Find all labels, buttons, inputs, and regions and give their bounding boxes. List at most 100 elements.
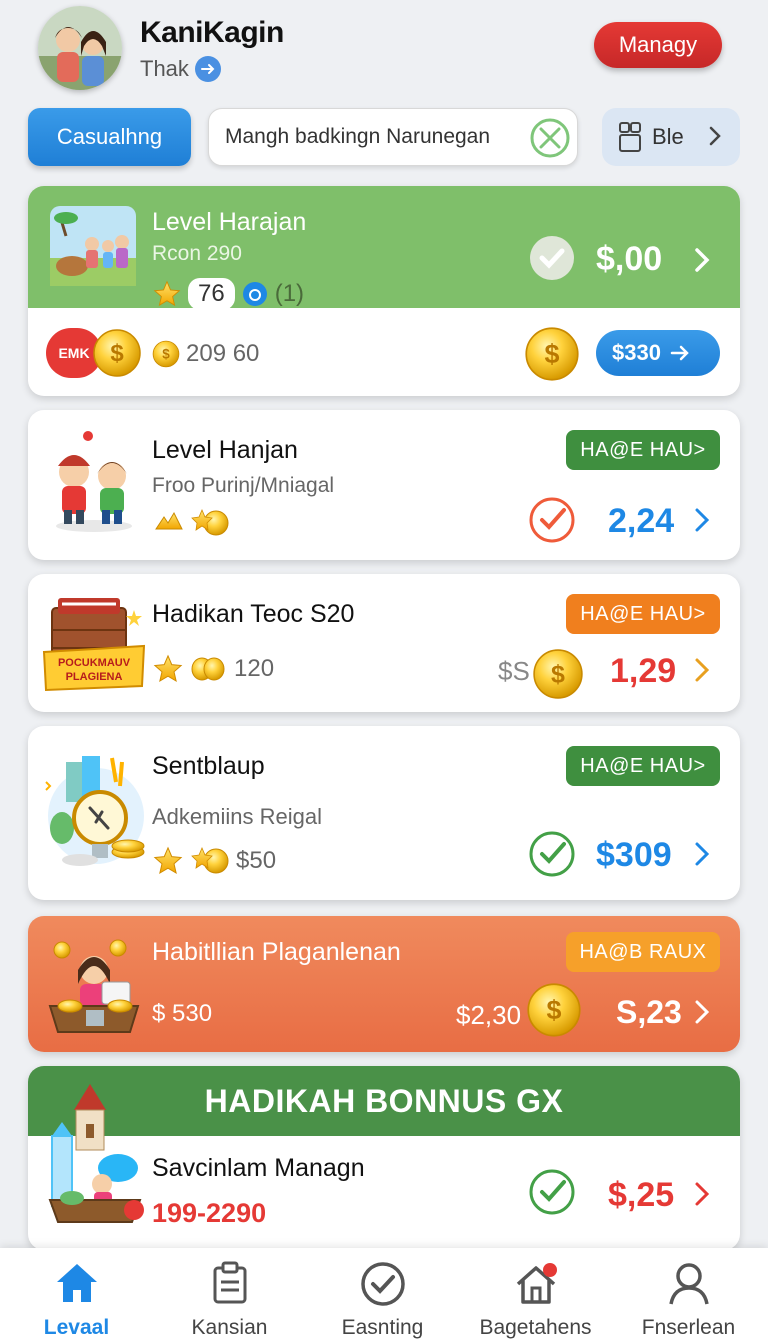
coin-amount: $50 [236,847,277,874]
chevron-right-icon[interactable] [694,656,710,684]
svg-text:PLAGIENA: PLAGIENA [66,671,123,683]
home-icon [56,1264,97,1302]
bottom-navigation: Levaal Kansian Easnting Bagetahens Fnser… [0,1248,768,1344]
swap-icon[interactable] [194,56,221,82]
view-toggle-button[interactable]: Ble [602,108,740,166]
user-icon [668,1263,709,1305]
card-title: Level Harajan [152,208,307,236]
star-icon [153,846,183,875]
star-coin-icon [191,846,229,874]
price-prefix: $S [498,656,530,686]
coin-amount: $ 530 [152,1000,213,1027]
review-count: (1) [274,280,305,307]
check-circle-icon [530,236,574,280]
card-reward-row: $50 [152,846,276,876]
gold-bars-icon [155,511,183,530]
claim-button[interactable]: $330 [596,330,720,376]
manage-button[interactable]: Managy [594,22,722,68]
nav-item-kansian[interactable]: Kansian [153,1248,306,1344]
search-bar [208,108,578,166]
price-prefix: $2,30 [456,1000,522,1030]
star-coin-icon [191,508,229,536]
status-tag[interactable]: HA@B RAUX [566,932,720,972]
house-notification-icon [516,1263,557,1304]
rating-badge: 76 [188,278,235,310]
card-subtitle: Froo Purinj/Mniagal [152,474,335,497]
avatar[interactable] [38,6,122,90]
check-circle-icon [529,1169,575,1215]
svg-text:$: $ [162,346,170,361]
card-title: Hadikan Teoc S20 [152,600,355,628]
card-title: Level Hanjan [152,436,298,464]
bonus-banner-text: HADIKAH BONNUS GX [204,1082,564,1119]
coin-icon: $ [525,327,579,381]
app-header: KaniKagin Thak Managy [0,0,768,100]
check-circle-icon [529,831,575,877]
card-price: 2,24 [608,502,675,540]
card-subtitle: Adkemiins Reigal [152,804,322,829]
crate-thumbnail: POCUKMAUV PLAGIENA [42,590,146,701]
app-subtitle: Thak [140,56,221,82]
coin-amount: 120 [234,655,275,682]
card-price: $,00 [596,240,663,278]
card-price: 1,29 [610,652,677,690]
search-input[interactable] [225,125,525,149]
coin-amount-row: $ 209 60 [152,340,259,368]
status-tag[interactable]: HA@E HAU> [566,594,720,634]
svg-text:$: $ [545,339,560,369]
card-reward-row [152,508,230,538]
svg-text:POCUKMAUV: POCUKMAUV [58,657,131,669]
category-button[interactable]: Casualhng [28,108,191,166]
svg-text:$: $ [110,340,124,367]
card-price: $309 [596,836,672,874]
star-icon [153,654,183,683]
coin-icon: $ [527,983,581,1037]
nav-item-levaal[interactable]: Levaal [0,1248,153,1344]
chevron-right-icon[interactable] [694,840,710,868]
status-tag[interactable]: HA@E HAU> [566,430,720,470]
bonus-card[interactable]: HADIKAH BONNUS GX Savcinlam Managn 199-2… [28,1066,740,1250]
price-range: 199-2290 [152,1198,267,1228]
card-title: Savcinlam Managn [152,1154,365,1182]
card-subtitle: Rcon 290 [152,242,242,265]
kids-thumbnail [48,430,140,539]
status-tag[interactable]: HA@E HAU> [566,746,720,786]
market-thumbnail [50,206,136,291]
svg-text:$: $ [551,660,565,688]
check-circle-icon [360,1262,405,1306]
level-card-5[interactable]: Habitllian Plaganlenan $ 530 HA@B RAUX $… [28,916,740,1052]
card-rating-row: 76 (1) [152,278,304,310]
nav-label: Fnserlean [641,1316,736,1339]
chevron-right-icon[interactable] [694,998,710,1026]
level-card-2[interactable]: Level Hanjan Froo Purinj/Mniagal HA@E HA… [28,410,740,560]
level-card-3[interactable]: POCUKMAUV PLAGIENA Hadikan Teoc S20 120 … [28,574,740,712]
card-price: $,25 [608,1176,675,1214]
arrow-right-icon [670,345,689,361]
nav-item-easnting[interactable]: Easnting [306,1248,459,1344]
castle-thumbnail [44,1080,148,1231]
card-reward-row: 120 [152,654,274,684]
coin-icon: $ [152,340,180,368]
chevron-right-icon[interactable] [694,246,710,274]
nav-item-bagetahens[interactable]: Bagetahens [459,1248,612,1344]
nav-label: Easnting [341,1316,424,1339]
level-card-1[interactable]: Level Harajan Rcon 290 76 (1) $,00 EMK $… [28,186,740,396]
card-title: Habitllian Plaganlenan [152,938,401,966]
clear-search-icon[interactable] [529,117,571,164]
card-title: Sentblaup [152,752,265,780]
chevron-right-icon[interactable] [694,506,710,534]
coin-icon: $ [93,329,141,377]
star-icon [153,280,181,307]
view-label: Ble [652,124,684,149]
coin-amount: 209 60 [186,340,260,367]
nav-label: Kansian [191,1316,268,1339]
svg-text:$: $ [547,995,562,1025]
coin-icon: $ [533,649,583,699]
claim-amount: $330 [612,340,661,365]
nav-item-fnserlean[interactable]: Fnserlean [612,1248,765,1344]
app-title: KaniKagin [140,16,284,49]
chevron-right-icon [709,126,721,146]
card-price: S,23 [616,994,682,1030]
chevron-right-icon[interactable] [694,1180,710,1208]
level-card-4[interactable]: Sentblaup Adkemiins Reigal $50 HA@E HAU>… [28,726,740,900]
